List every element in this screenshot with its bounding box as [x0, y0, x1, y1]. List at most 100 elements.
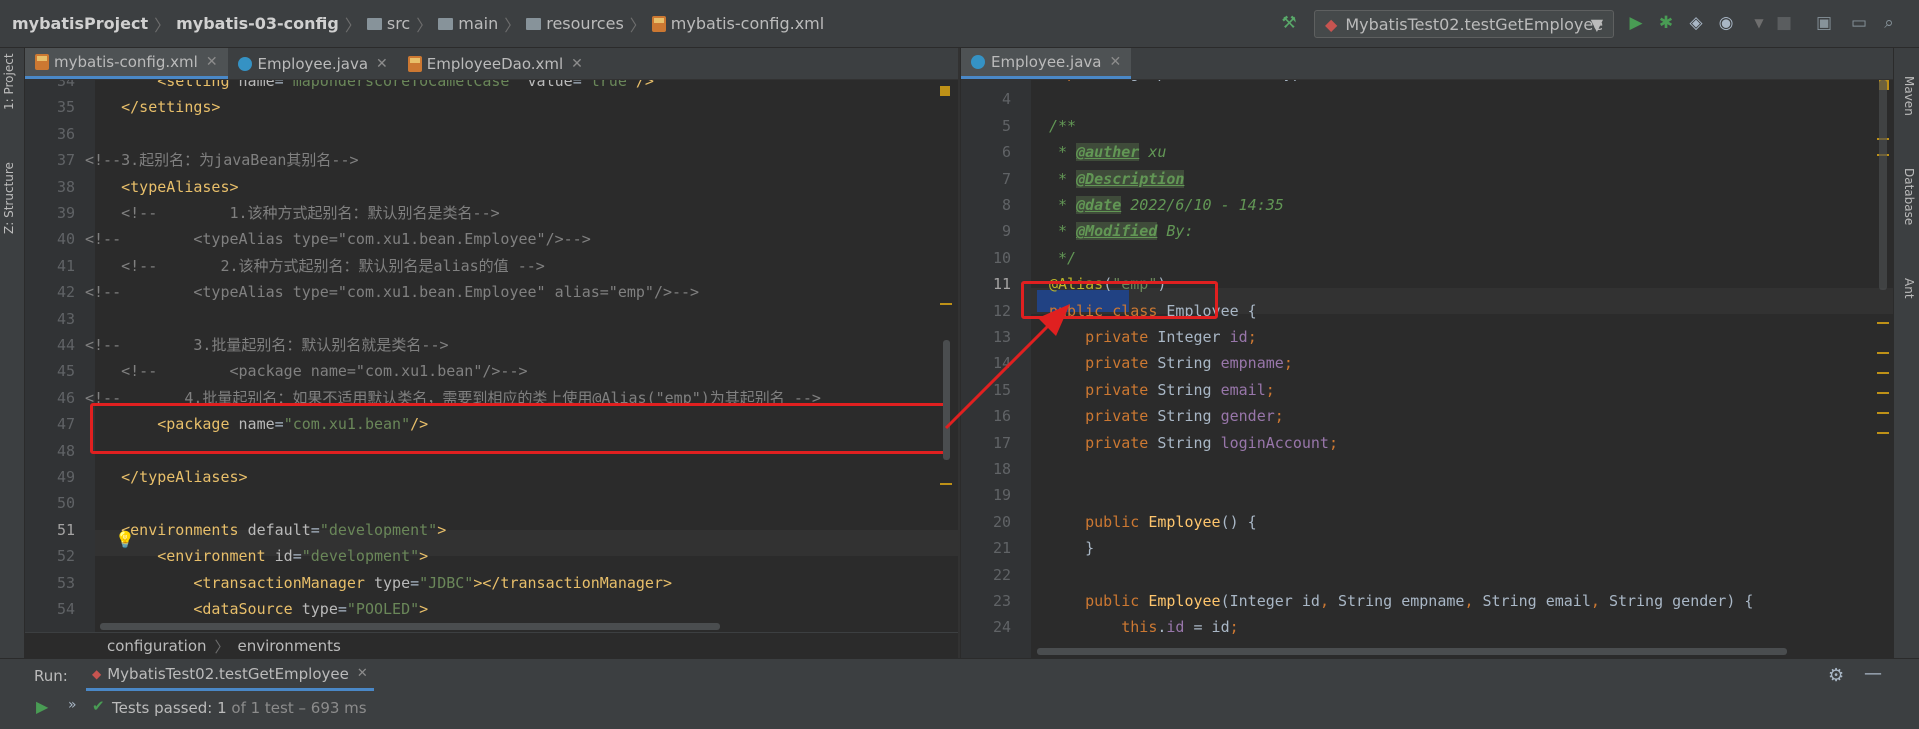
test-config-icon: ◆ [92, 666, 102, 681]
line-number: 23 [992, 592, 1011, 610]
code-token: /> [635, 80, 654, 90]
code-line: <!-- <typeAlias type="com.xu1.bean.Emplo… [85, 279, 699, 305]
line-number: 41 [56, 256, 75, 275]
code-token: String [1157, 407, 1221, 426]
run-icon[interactable]: ▶ [1627, 13, 1645, 33]
code-token: By: [1157, 222, 1194, 241]
code-token: email [1220, 380, 1266, 399]
xml-file-icon [407, 55, 422, 72]
warning-marker-icon [940, 86, 950, 96]
lightbulb-icon[interactable]: 💡 [115, 530, 135, 549]
breadcrumb-environments[interactable]: environments [238, 637, 341, 655]
expand-icon[interactable]: » [68, 697, 77, 713]
horizontal-scrollbar[interactable] [1037, 648, 1787, 655]
run-tab[interactable]: ◆ MybatisTest02.testGetEmployee ✕ [86, 659, 374, 691]
code-line: */ [1049, 245, 1076, 271]
code-token: String gender) { [1608, 592, 1754, 610]
breadcrumb-main[interactable]: main [458, 14, 498, 33]
search-icon[interactable]: ⌕ [1880, 13, 1898, 33]
close-icon[interactable]: ✕ [357, 666, 368, 681]
line-number: 46 [56, 388, 75, 407]
code-token: Alias [1320, 80, 1365, 82]
run-configuration-select[interactable]: ◆ MybatisTest02.testGetEmployee ▼ [1314, 10, 1614, 38]
test-config-icon: ◆ [1325, 14, 1338, 34]
database-tool-button[interactable]: Database [1902, 168, 1916, 225]
tab-employeedao-xml[interactable]: EmployeeDao.xml ✕ [398, 48, 593, 79]
minimize-icon[interactable]: — [1864, 663, 1882, 684]
code-line: public Employee(Integer id, String empna… [1049, 588, 1753, 614]
code-token: name [238, 80, 275, 90]
left-code-editor[interactable]: 34 <setting name="mapUnderscoreToCamelCa… [25, 80, 958, 632]
code-token: * [1049, 222, 1077, 241]
profile-icon[interactable]: ◉ [1717, 13, 1735, 33]
debug-icon[interactable]: ✱ [1657, 13, 1675, 33]
code-line: <!-- <typeAlias type="com.xu1.bean.Emplo… [85, 226, 591, 252]
tab-mybatis-config[interactable]: mybatis-config.xml ✕ [25, 48, 228, 79]
breadcrumb-configuration[interactable]: configuration [107, 637, 207, 655]
code-token: "development" [319, 520, 438, 539]
line-number: 8 [1001, 196, 1011, 214]
breadcrumb-module[interactable]: mybatis-03-config [176, 14, 339, 33]
code-token: xu [1139, 143, 1167, 162]
close-icon[interactable]: ✕ [206, 54, 218, 70]
java-class-icon [971, 55, 985, 69]
chevron-down-icon[interactable]: ▼ [1750, 14, 1768, 32]
xml-file-icon [651, 15, 666, 32]
breadcrumb-file[interactable]: mybatis-config.xml [671, 14, 824, 33]
coverage-icon[interactable]: ◈ [1687, 13, 1705, 33]
code-token: ; [1247, 328, 1257, 346]
code-token: Employee [1148, 592, 1221, 610]
arrow-shaft [944, 314, 1060, 430]
horizontal-scrollbar[interactable] [100, 623, 720, 630]
close-icon[interactable]: ✕ [1110, 54, 1122, 70]
code-line: this.id = id; [1049, 614, 1238, 640]
code-line: <!-- 2.该种方式起别名：默认别名是alias的值 --> [85, 253, 545, 279]
line-number: 42 [56, 283, 75, 302]
code-token: id [1166, 618, 1185, 637]
scroll-marker [1877, 372, 1889, 374]
breadcrumb-project[interactable]: mybatisProject [12, 14, 148, 33]
ant-tool-button[interactable]: Ant [1902, 278, 1916, 299]
gear-icon[interactable]: ⚙ [1828, 665, 1844, 686]
code-token: "mapUnderscoreToCamelCase" [283, 80, 519, 90]
close-icon[interactable]: ✕ [376, 56, 388, 72]
breadcrumb: mybatisProject 〉 mybatis-03-config 〉 src 〉 … [12, 14, 825, 35]
code-token: <dataSource [193, 600, 302, 618]
folder-icon [366, 17, 382, 30]
project-tool-button[interactable]: 1: Project [2, 53, 16, 110]
breadcrumb-src[interactable]: src [387, 14, 410, 33]
breadcrumb-resources[interactable]: resources [546, 14, 624, 33]
code-line: <dataSource type="POOLED"> [85, 596, 428, 622]
structure-tool-button[interactable]: Z: Structure [2, 162, 16, 234]
code-token: = [292, 547, 302, 566]
vertical-scrollbar[interactable] [1879, 80, 1887, 290]
line-number: 35 [56, 98, 75, 117]
code-token: "true" [581, 80, 636, 90]
code-line: </typeAliases> [85, 464, 247, 490]
project-structure-icon[interactable]: ▣ [1815, 13, 1833, 33]
close-icon[interactable]: ✕ [571, 56, 583, 72]
code-token: <transactionManager [193, 573, 374, 592]
code-token: <setting [157, 80, 239, 90]
line-number: 45 [56, 362, 75, 381]
build-hammer-icon[interactable]: ⚒ [1280, 13, 1298, 33]
tab-employee-java-right[interactable]: Employee.java ✕ [961, 48, 1132, 79]
code-token: <typeAliases> [121, 177, 239, 196]
right-code-editor[interactable]: 3 import org.apache.ibatis.type.Alias; 4 5 /… [961, 80, 1893, 658]
line-number: 3 [961, 80, 1011, 86]
tab-employee-java[interactable]: Employee.java ✕ [228, 48, 398, 79]
code-token: > [419, 600, 429, 618]
code-line: /** [1049, 113, 1076, 139]
maven-tool-button[interactable]: Maven [1902, 76, 1916, 116]
layout-icon[interactable]: ▭ [1850, 13, 1868, 33]
code-line: * @Modified By: [1049, 218, 1194, 244]
code-token: ; [1283, 354, 1293, 373]
code-line: private String empname; [1049, 350, 1293, 376]
code-token: <!-- 1.该种方式起别名：默认别名是类名--> [85, 204, 500, 222]
code-token: loginAccount [1220, 433, 1329, 452]
code-line: <!--3.起别名：为javaBean其别名--> [85, 147, 359, 173]
stop-icon[interactable]: ■ [1775, 13, 1793, 33]
code-token: Employee [1148, 512, 1221, 531]
rerun-icon[interactable]: ▶ [36, 697, 48, 716]
